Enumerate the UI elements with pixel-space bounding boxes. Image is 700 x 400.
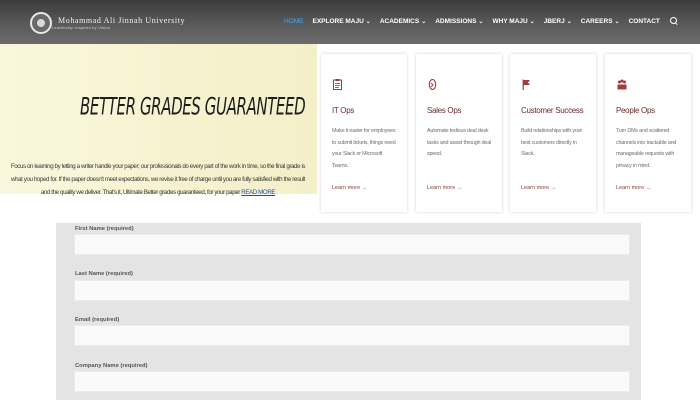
- learn-more-link-sales-ops[interactable]: Learn more →: [427, 185, 462, 191]
- card-description: Make it easier for employees to submit t…: [332, 128, 396, 169]
- chevron-down-icon: ⌄: [421, 18, 427, 25]
- nav-jberj-label: JBERJ: [543, 17, 565, 25]
- chevron-down-icon: ⌄: [566, 18, 572, 25]
- last-name-field[interactable]: [74, 280, 630, 301]
- nav-academics[interactable]: ACADEMICS ⌄: [380, 18, 426, 25]
- contact-form: First Name (required) Last Name (require…: [56, 223, 641, 400]
- hero-paragraph: Focus on learning by letting a writer ha…: [10, 160, 306, 199]
- learn-more-link-people-ops[interactable]: Learn more →: [616, 185, 651, 191]
- card-description: Build relationships with your best custo…: [521, 128, 583, 157]
- nav-contact[interactable]: CONTACT: [629, 18, 660, 25]
- logo-text-block: Mohammad Ali Jinnah University Leadershi…: [52, 16, 185, 30]
- email-label: Email (required): [75, 317, 120, 323]
- nav-why-maju-label: WHY MAJU: [492, 17, 528, 25]
- chevron-down-icon: ⌄: [614, 18, 620, 25]
- people-icon: [617, 79, 627, 90]
- nav-careers[interactable]: CAREERS ⌄: [581, 18, 620, 25]
- hero-paragraph-tail: That's it, Ultimate Better grades guaran…: [102, 189, 242, 196]
- card-title: Sales Ops: [427, 106, 462, 115]
- email-field[interactable]: [74, 325, 630, 346]
- hero-title: BETTER GRADES GUARANTEED: [80, 92, 306, 121]
- read-more-link[interactable]: READ MORE: [241, 189, 275, 196]
- card-description: Automate tedious deal desk tasks and ass…: [427, 128, 492, 157]
- learn-more-link-it-ops[interactable]: Learn more →: [332, 185, 367, 191]
- nav-explore-maju-label: EXPLORE MAJU: [312, 17, 364, 25]
- nav-why-maju[interactable]: WHY MAJU ⌄: [492, 18, 534, 25]
- university-logo[interactable]: Mohammad Ali Jinnah University Leadershi…: [30, 10, 185, 36]
- company-name-label: Company Name (required): [75, 363, 148, 369]
- chevron-down-icon: ⌄: [478, 18, 484, 25]
- first-name-label: First Name (required): [75, 226, 134, 232]
- logo-tagline: Leadership Inspired by Vision: [52, 25, 111, 30]
- nav-jberj[interactable]: JBERJ ⌄: [544, 18, 572, 25]
- logo-name: Mohammad Ali Jinnah University: [58, 16, 186, 25]
- flag-icon: [522, 79, 530, 90]
- chevron-down-icon: ⌄: [365, 18, 371, 25]
- search-icon[interactable]: [669, 17, 678, 25]
- nav-academics-label: ACADEMICS: [379, 17, 420, 25]
- clipboard-icon: [333, 79, 342, 90]
- rocket-icon: [428, 79, 437, 90]
- learn-more-link-customer-success[interactable]: Learn more →: [521, 185, 556, 191]
- card-description: Turn DMs and scattered channels into tra…: [616, 128, 677, 169]
- nav-home-label: HOME: [284, 17, 304, 25]
- first-name-field[interactable]: [74, 234, 630, 255]
- university-seal-icon: [30, 12, 52, 34]
- last-name-label: Last Name (required): [75, 271, 133, 277]
- main-nav: HOME EXPLORE MAJU ⌄ ACADEMICS ⌄ ADMISSIONS…: [284, 17, 678, 25]
- nav-careers-label: CAREERS: [580, 17, 613, 25]
- card-title: IT Ops: [332, 106, 355, 115]
- card-title: People Ops: [616, 106, 655, 115]
- nav-explore-maju[interactable]: EXPLORE MAJU ⌄: [313, 18, 371, 25]
- site-header: Mohammad Ali Jinnah University Leadershi…: [0, 0, 700, 44]
- company-name-field[interactable]: [74, 371, 630, 392]
- nav-admissions[interactable]: ADMISSIONS ⌄: [435, 18, 483, 25]
- nav-home[interactable]: HOME: [284, 18, 304, 25]
- chevron-down-icon: ⌄: [529, 18, 535, 25]
- nav-admissions-label: ADMISSIONS: [435, 17, 477, 25]
- card-title: Customer Success: [521, 106, 584, 115]
- nav-contact-label: CONTACT: [628, 17, 660, 25]
